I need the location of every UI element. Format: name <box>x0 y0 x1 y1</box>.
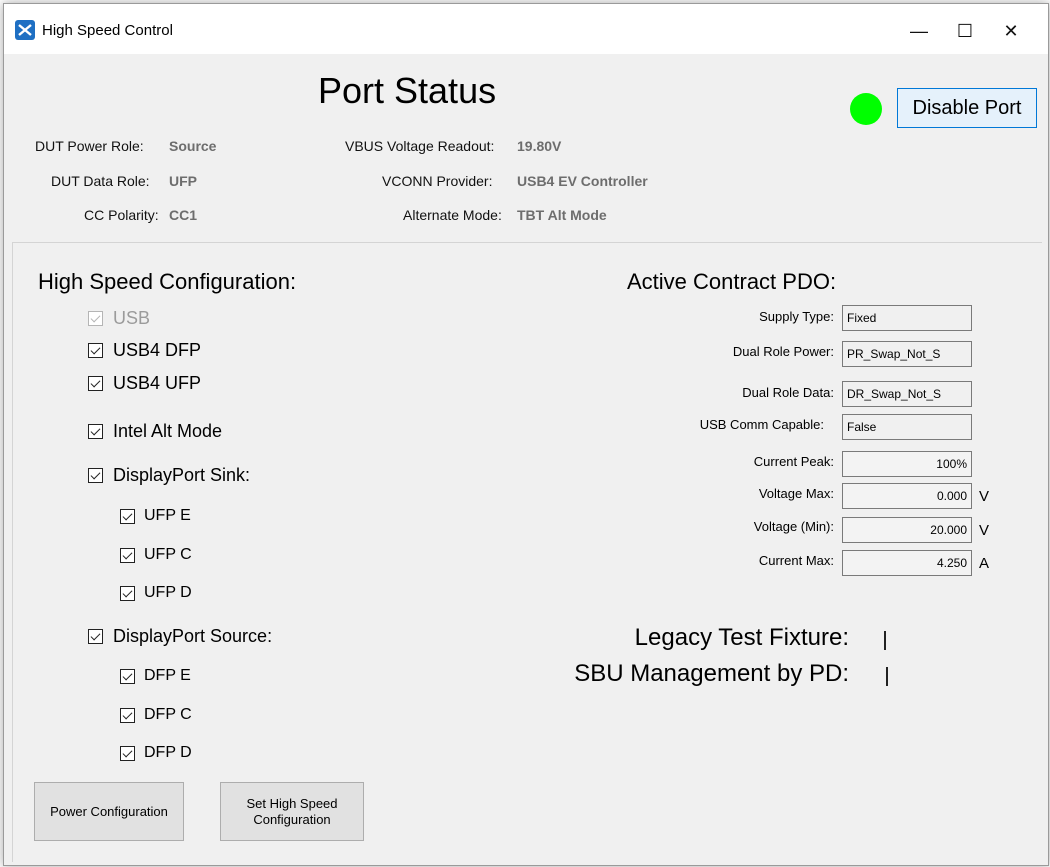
ufp-c-checkbox[interactable] <box>120 547 135 563</box>
usb4-dfp-label: USB4 DFP <box>113 340 202 360</box>
cc-polarity-value: CC1 <box>169 207 198 223</box>
power-role-value: Source <box>169 138 217 154</box>
supply-type-field[interactable]: Fixed <box>842 305 972 331</box>
window-title: High Speed Control <box>42 22 173 39</box>
current-peak-label: Current Peak: <box>753 454 834 469</box>
usb-comm-capable-label: USB Comm Capable: <box>699 417 824 432</box>
usb4-ufp-row: USB4 UFP <box>88 373 201 394</box>
ufp-e-row: UFP E <box>120 507 191 525</box>
dp-source-label: DisplayPort Source: <box>113 626 273 646</box>
dual-role-power-label: Dual Role Power: <box>732 344 834 359</box>
usb4-dfp-row: USB4 DFP <box>88 340 201 361</box>
alt-mode-label: Alternate Mode: <box>403 207 502 223</box>
maximize-button[interactable]: ☐ <box>942 12 988 50</box>
usb-checkbox-row: USB <box>88 308 150 329</box>
voltage-min-label: Voltage (Min): <box>753 519 834 534</box>
set-high-speed-configuration-button[interactable]: Set High Speed Configuration <box>220 782 364 841</box>
page-title: Port Status <box>318 70 497 111</box>
dfp-e-checkbox[interactable] <box>120 668 135 684</box>
alt-mode-value: TBT Alt Mode <box>517 207 607 223</box>
dfp-d-row: DFP D <box>120 744 192 762</box>
voltage-max-field[interactable]: 0.000 <box>842 483 972 509</box>
cc-polarity-label: CC Polarity: <box>84 207 159 223</box>
legacy-test-fixture-checkbox[interactable] <box>884 631 886 650</box>
pdo-title: Active Contract PDO: <box>627 269 837 294</box>
intel-alt-label: Intel Alt Mode <box>113 421 223 441</box>
ufp-d-row: UFP D <box>120 584 192 602</box>
voltage-max-unit: V <box>979 488 990 505</box>
ufp-e-label: UFP E <box>144 507 191 524</box>
power-role-label: DUT Power Role: <box>35 138 144 154</box>
dfp-d-label: DFP D <box>144 744 192 761</box>
dual-role-data-label: Dual Role Data: <box>742 385 834 400</box>
voltage-min-unit: V <box>979 522 990 539</box>
dp-sink-checkbox[interactable] <box>88 468 103 483</box>
dfp-c-label: DFP C <box>144 706 192 723</box>
vbus-label: VBUS Voltage Readout: <box>345 138 495 154</box>
ufp-d-checkbox[interactable] <box>120 585 135 601</box>
voltage-max-label: Voltage Max: <box>758 486 834 501</box>
data-role-label: DUT Data Role: <box>51 173 150 189</box>
usb4-ufp-checkbox[interactable] <box>88 376 103 391</box>
vbus-value: 19.80V <box>517 138 562 154</box>
data-role-value: UFP <box>169 173 197 189</box>
ufp-e-checkbox[interactable] <box>120 508 135 524</box>
current-peak-field[interactable]: 100% <box>842 451 972 477</box>
group-divider <box>12 242 1042 243</box>
dfp-e-row: DFP E <box>120 667 191 685</box>
app-window: High Speed Control — ☐ ✕ Port Status Dis… <box>3 3 1049 866</box>
title-bar: High Speed Control — ☐ ✕ <box>4 4 1048 54</box>
dp-source-row: DisplayPort Source: <box>88 626 272 647</box>
usb-comm-capable-field[interactable]: False <box>842 414 972 440</box>
sbu-management-label: SBU Management by PD: <box>574 660 849 687</box>
vconn-value: USB4 EV Controller <box>517 173 648 189</box>
dual-role-power-field[interactable]: PR_Swap_Not_S <box>842 341 972 367</box>
usb4-ufp-label: USB4 UFP <box>113 373 202 393</box>
legacy-test-fixture-label: Legacy Test Fixture: <box>634 624 849 651</box>
current-max-label: Current Max: <box>758 553 834 568</box>
close-button[interactable]: ✕ <box>988 12 1034 50</box>
current-max-field[interactable]: 4.250 <box>842 550 972 576</box>
disable-port-button[interactable]: Disable Port <box>897 88 1037 128</box>
voltage-min-field[interactable]: 20.000 <box>842 517 972 543</box>
dp-source-checkbox[interactable] <box>88 629 103 644</box>
dfp-c-checkbox[interactable] <box>120 707 135 723</box>
intel-alt-row: Intel Alt Mode <box>88 421 222 442</box>
ufp-c-label: UFP C <box>144 546 192 563</box>
group-border <box>12 242 13 862</box>
dfp-e-label: DFP E <box>144 667 191 684</box>
usb4-dfp-checkbox[interactable] <box>88 343 103 358</box>
usb-label: USB <box>113 308 151 328</box>
ufp-d-label: UFP D <box>144 584 192 601</box>
dfp-d-checkbox[interactable] <box>120 745 135 761</box>
minimize-button[interactable]: — <box>896 12 942 50</box>
dp-sink-label: DisplayPort Sink: <box>113 465 251 485</box>
app-logo-icon <box>15 20 35 40</box>
supply-type-label: Supply Type: <box>759 309 834 324</box>
usb-checkbox[interactable] <box>88 311 103 326</box>
dual-role-data-field[interactable]: DR_Swap_Not_S <box>842 381 972 407</box>
hs-config-title: High Speed Configuration: <box>38 269 297 294</box>
intel-alt-checkbox[interactable] <box>88 424 103 439</box>
dp-sink-row: DisplayPort Sink: <box>88 465 250 486</box>
sbu-management-checkbox[interactable] <box>886 667 888 686</box>
port-status-led <box>850 93 882 125</box>
current-max-unit: A <box>979 555 990 572</box>
vconn-label: VCONN Provider: <box>382 173 493 189</box>
dfp-c-row: DFP C <box>120 706 192 724</box>
power-configuration-button[interactable]: Power Configuration <box>34 782 184 841</box>
ufp-c-row: UFP C <box>120 546 192 564</box>
